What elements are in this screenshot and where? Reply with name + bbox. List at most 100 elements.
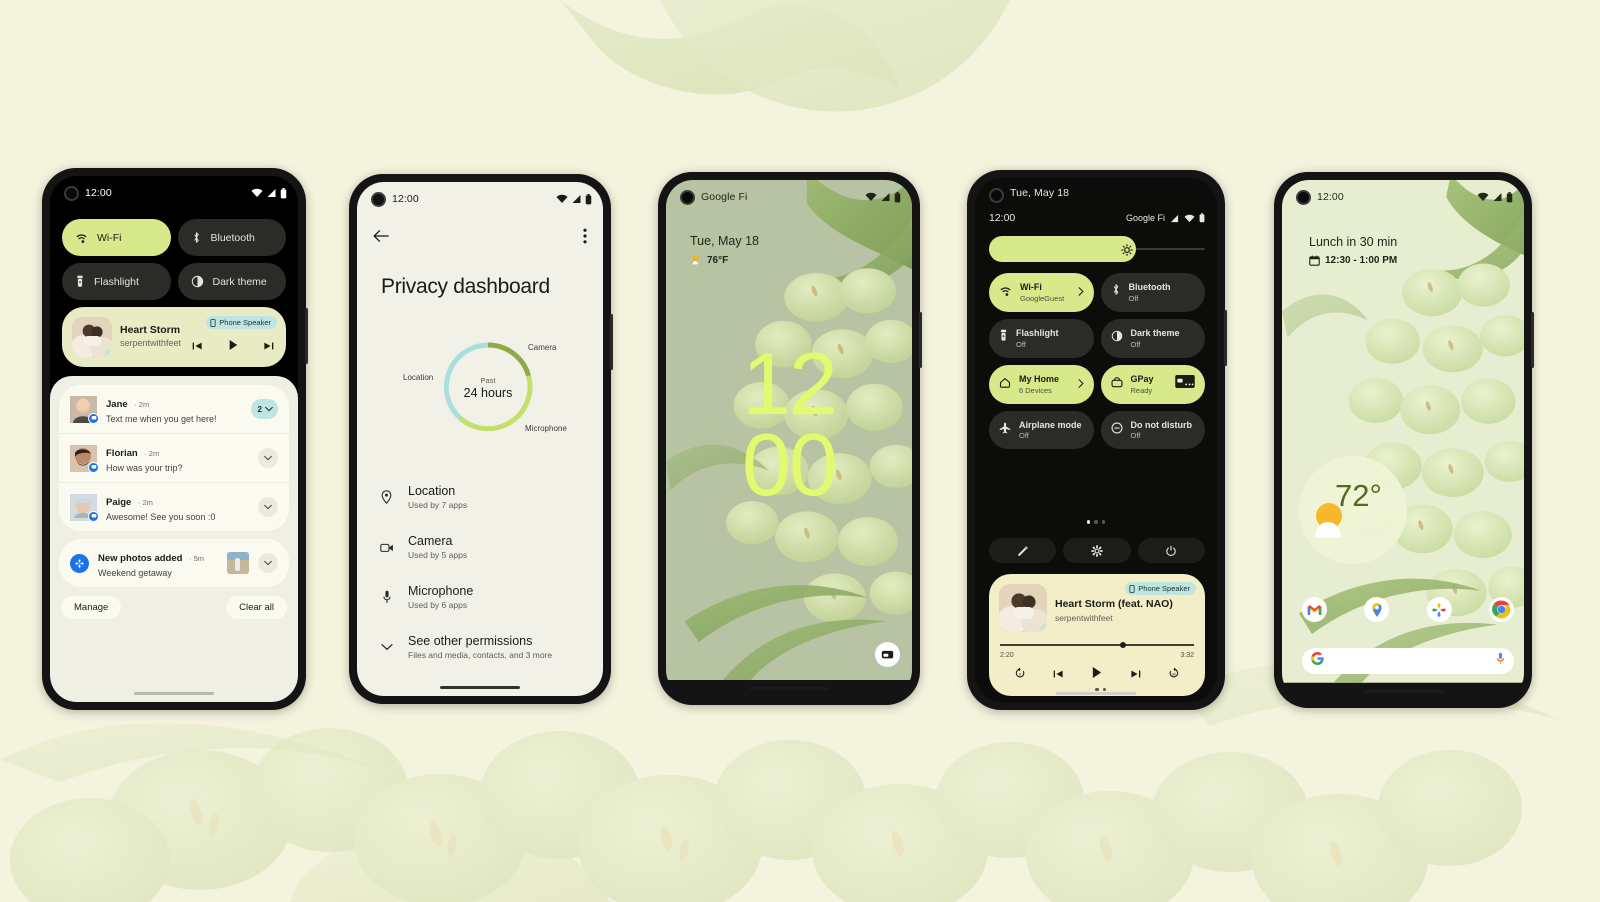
- table-row[interactable]: Jane · 2m Text me when you get here! 2: [59, 385, 289, 433]
- phone-3-side-button[interactable]: [919, 312, 922, 368]
- next-icon[interactable]: [263, 338, 274, 356]
- edit-button[interactable]: [989, 538, 1057, 563]
- next-icon[interactable]: [1130, 666, 1141, 684]
- list-item[interactable]: See other permissions Files and media, c…: [379, 622, 585, 672]
- media-artist: serpentwithfeet: [120, 338, 182, 348]
- media-page-dots[interactable]: [989, 687, 1205, 691]
- at-a-glance-widget[interactable]: Lunch in 30 min 12:30 - 1:00 PM: [1309, 235, 1397, 266]
- media-progress[interactable]: [1000, 642, 1194, 648]
- tile-label: Flashlight: [1016, 327, 1059, 338]
- battery-icon: [280, 187, 287, 198]
- phone-2-side-button[interactable]: [610, 314, 613, 370]
- chevron-right-icon[interactable]: [1078, 283, 1084, 301]
- signal-icon: [267, 189, 276, 197]
- list-item[interactable]: Microphone Used by 6 apps: [379, 572, 585, 622]
- weather-widget[interactable]: 72°: [1299, 456, 1407, 564]
- notification-expand-count[interactable]: 2: [250, 399, 278, 419]
- play-icon[interactable]: [228, 338, 238, 356]
- manage-button[interactable]: Manage: [61, 596, 122, 619]
- progress-thumb[interactable]: [1120, 642, 1127, 648]
- tile-my-home[interactable]: My Home 6 Devices: [989, 364, 1094, 404]
- page-dot-2[interactable]: [1094, 520, 1098, 524]
- photos-icon[interactable]: [1426, 597, 1452, 622]
- chrome-icon[interactable]: [1488, 597, 1514, 622]
- tile-flashlight[interactable]: Flashlight Off: [989, 318, 1094, 358]
- play-badge-icon: [103, 348, 112, 357]
- calendar-icon: [1309, 255, 1320, 266]
- notification-body: Text me when you get here!: [106, 414, 217, 424]
- tile-dark-theme[interactable]: Dark theme Off: [1100, 318, 1205, 358]
- notification-time-value: 2m: [138, 400, 150, 409]
- partly-sunny-icon: [1315, 503, 1342, 538]
- nav-gesture-pill[interactable]: [1363, 689, 1443, 693]
- page-dot-1[interactable]: [1086, 520, 1091, 524]
- forward-30-icon[interactable]: 30: [1168, 666, 1180, 684]
- tile-dark-theme[interactable]: Dark theme: [177, 263, 286, 300]
- clear-all-button[interactable]: Clear all: [226, 596, 287, 619]
- back-arrow-icon[interactable]: [373, 229, 389, 248]
- list-item[interactable]: Camera Used by 5 apps: [379, 522, 585, 572]
- notification-title: Paige: [106, 497, 132, 508]
- more-vert-icon[interactable]: [583, 228, 587, 249]
- notification-expand-chevron[interactable]: [258, 553, 278, 573]
- table-row[interactable]: New photos added · 5m Weekend getaway: [59, 539, 289, 587]
- play-icon[interactable]: [1091, 666, 1102, 684]
- conversation-notification-group: Jane · 2m Text me when you get here! 2 F…: [59, 385, 289, 531]
- tile-do-not-disturb[interactable]: Do not disturb Off: [1100, 410, 1205, 450]
- tile-gpay[interactable]: GPay Ready: [1100, 364, 1205, 404]
- google-search-bar[interactable]: [1302, 648, 1514, 674]
- wallet-button[interactable]: [875, 642, 900, 667]
- table-row[interactable]: Paige · 2m Awesome! See you soon :0: [59, 482, 289, 531]
- list-item-subtitle: Used by 5 apps: [408, 550, 468, 560]
- nav-gesture-pill[interactable]: [134, 691, 214, 695]
- nav-gesture-pill[interactable]: [1056, 691, 1136, 695]
- nav-gesture-pill[interactable]: [749, 686, 829, 690]
- tile-bluetooth[interactable]: Bluetooth Off: [1100, 273, 1205, 312]
- microphone-icon[interactable]: [1496, 652, 1505, 670]
- tile-text: Flashlight Off: [1016, 328, 1084, 349]
- album-art: [999, 584, 1047, 632]
- list-item[interactable]: Location Used by 7 apps: [379, 472, 585, 522]
- settings-button[interactable]: [1063, 538, 1131, 563]
- chevron-down-icon: [264, 560, 272, 566]
- gmail-icon[interactable]: [1302, 597, 1327, 622]
- notification-title: New photos added: [98, 553, 183, 564]
- nav-gesture-pill[interactable]: [440, 685, 520, 689]
- power-button[interactable]: [1137, 538, 1205, 563]
- tile-wifi[interactable]: Wi-Fi: [62, 219, 171, 256]
- output-switcher-chip[interactable]: Phone Speaker: [1125, 582, 1196, 595]
- output-chip-label: Phone Speaker: [1138, 584, 1190, 593]
- signal-icon: [1170, 214, 1179, 222]
- media-dot-3[interactable]: [1102, 687, 1107, 691]
- quick-settings-page-dots[interactable]: [975, 520, 1217, 524]
- maps-icon[interactable]: [1364, 597, 1390, 622]
- media-dot-1[interactable]: [1087, 687, 1092, 691]
- phone-1-side-button[interactable]: [305, 308, 308, 364]
- tile-wifi[interactable]: Wi-Fi GoogleGuest: [989, 273, 1094, 312]
- phone-4-side-button[interactable]: [1224, 310, 1227, 366]
- chevron-right-icon[interactable]: [1078, 375, 1084, 393]
- tile-flashlight[interactable]: Flashlight: [62, 263, 171, 300]
- progress-track: [1000, 644, 1194, 646]
- media-player-card[interactable]: Heart Storm serpentwithfeet Phone Speake…: [62, 307, 286, 367]
- glance-time: 12:30 - 1:00 PM: [1325, 255, 1398, 266]
- notification-expand-chevron[interactable]: [258, 448, 278, 468]
- tile-airplane-mode[interactable]: Airplane mode Off: [989, 410, 1094, 450]
- table-row[interactable]: Florian · 2m How was your trip?: [59, 433, 289, 482]
- status-bar-date: Tue, May 18: [975, 178, 1217, 208]
- media-player-card[interactable]: Phone Speaker Heart Storm (feat. NAO) se…: [989, 574, 1205, 696]
- tile-sublabel: Off: [1019, 431, 1029, 441]
- media-dot-2[interactable]: [1095, 687, 1099, 691]
- previous-icon[interactable]: [1053, 666, 1064, 684]
- page-dot-3[interactable]: [1101, 520, 1106, 524]
- google-g-icon: [1311, 652, 1324, 670]
- list-item-title: Camera: [408, 534, 453, 548]
- output-switcher-chip[interactable]: Phone Speaker: [206, 316, 277, 329]
- brightness-slider[interactable]: [989, 236, 1205, 262]
- notification-expand-chevron[interactable]: [258, 497, 278, 517]
- phone-5-side-button[interactable]: [1531, 312, 1534, 368]
- replay-10-icon[interactable]: 5: [1014, 666, 1026, 684]
- tile-bluetooth[interactable]: Bluetooth: [177, 219, 286, 256]
- previous-icon[interactable]: [192, 338, 203, 356]
- list-item-text: See other permissions Files and media, c…: [408, 634, 552, 660]
